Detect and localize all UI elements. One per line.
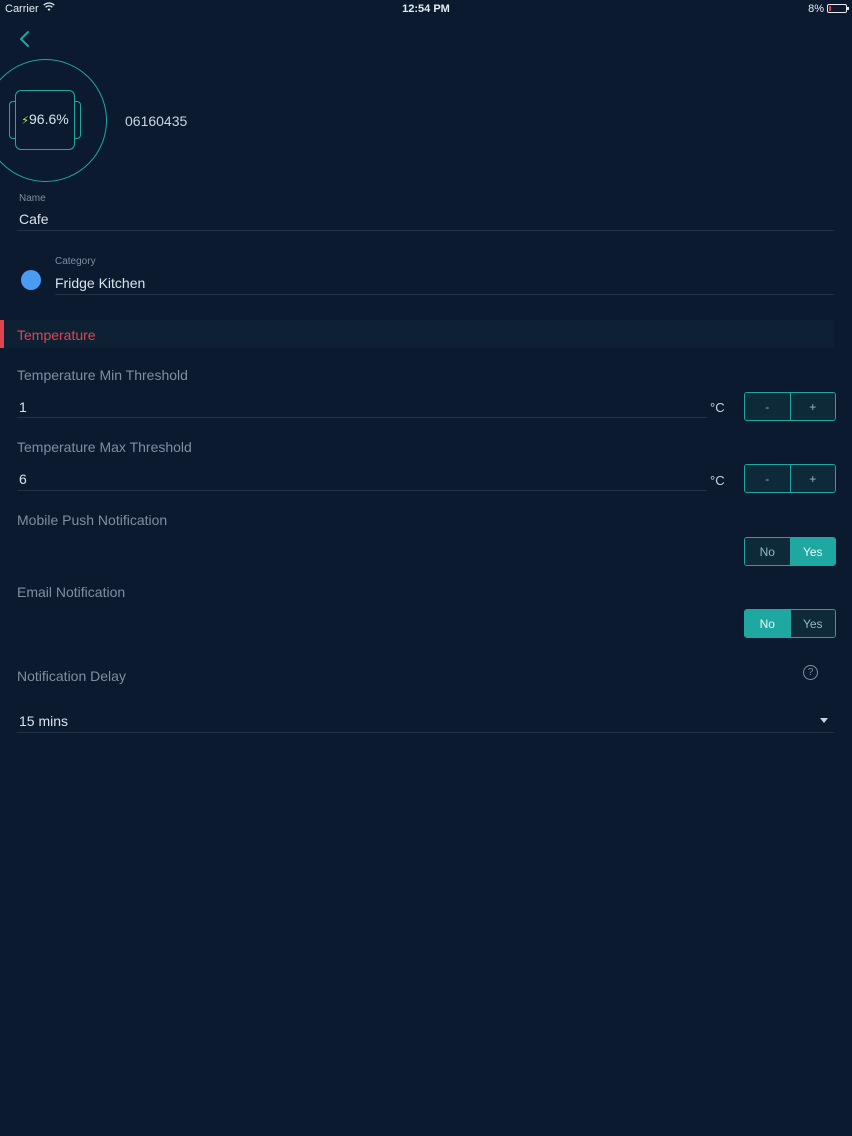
email-notification-toggle: No Yes	[744, 609, 836, 638]
battery-percent: 8%	[808, 3, 824, 15]
max-threshold-unit: °C	[710, 473, 725, 488]
category-label: Category	[55, 256, 96, 267]
dropdown-arrow-icon[interactable]	[820, 718, 828, 723]
notification-delay-label: Notification Delay	[17, 668, 126, 684]
min-threshold-underline	[17, 417, 707, 418]
device-id: 06160435	[125, 113, 188, 129]
max-threshold-underline	[17, 490, 707, 491]
push-notification-no-button[interactable]: No	[745, 538, 791, 565]
email-notification-label: Email Notification	[17, 584, 126, 600]
device-strap-right	[74, 101, 81, 139]
battery-icon	[827, 4, 849, 13]
name-label: Name	[19, 193, 46, 204]
clock: 12:54 PM	[402, 3, 450, 15]
min-threshold-unit: °C	[710, 400, 725, 415]
bolt-icon: ⚡	[21, 115, 30, 127]
min-threshold-label: Temperature Min Threshold	[17, 367, 188, 383]
section-header-temperature: Temperature	[0, 320, 834, 348]
max-threshold-increment-button[interactable]: +	[790, 465, 835, 492]
status-bar: Carrier 12:54 PM 8%	[0, 0, 852, 18]
category-underline	[55, 294, 834, 295]
help-icon[interactable]: ?	[803, 665, 818, 680]
battery-level-value: 96.6%	[29, 111, 69, 127]
email-notification-yes-button[interactable]: Yes	[790, 610, 835, 637]
notification-delay-underline	[17, 732, 834, 733]
max-threshold-stepper: - +	[744, 464, 836, 493]
push-notification-label: Mobile Push Notification	[17, 512, 168, 528]
max-threshold-input[interactable]: 6	[19, 471, 27, 487]
category-select[interactable]: Fridge Kitchen	[55, 275, 145, 291]
push-notification-yes-button[interactable]: Yes	[790, 538, 835, 565]
min-threshold-stepper: - +	[744, 392, 836, 421]
max-threshold-decrement-button[interactable]: -	[745, 465, 791, 492]
section-accent-bar	[0, 320, 4, 348]
max-threshold-label: Temperature Max Threshold	[17, 439, 192, 455]
name-input[interactable]: Cafe	[19, 211, 49, 227]
email-notification-no-button[interactable]: No	[745, 610, 791, 637]
battery-level: ⚡96.6%	[15, 111, 75, 127]
chevron-left-icon[interactable]	[14, 28, 36, 50]
name-underline	[17, 230, 834, 231]
min-threshold-increment-button[interactable]: +	[790, 393, 835, 420]
push-notification-toggle: No Yes	[744, 537, 836, 566]
min-threshold-input[interactable]: 1	[19, 399, 27, 415]
min-threshold-decrement-button[interactable]: -	[745, 393, 791, 420]
notification-delay-select[interactable]: 15 mins	[19, 713, 68, 729]
category-color-dot[interactable]	[21, 270, 41, 290]
section-title: Temperature	[17, 327, 96, 343]
